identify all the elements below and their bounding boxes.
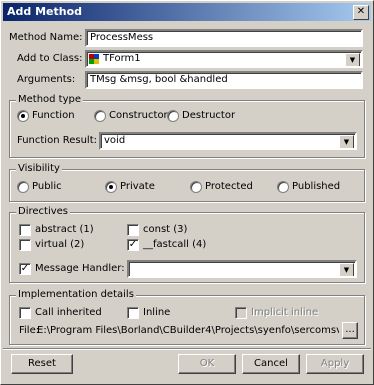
virtual-checkbox[interactable]: [19, 239, 31, 251]
function-result-value: void: [104, 135, 126, 146]
check-mark-icon: ✓: [128, 239, 138, 250]
close-button[interactable]: ✕: [353, 5, 369, 20]
chevron-down-icon: ▼: [349, 56, 356, 64]
const-checkbox[interactable]: [127, 224, 139, 236]
implicit-inline-label: Implicit inline: [251, 307, 319, 318]
reset-button[interactable]: Reset: [11, 354, 73, 374]
radio-destructor-label: Destructor: [182, 110, 236, 121]
inline-checkbox[interactable]: [127, 307, 139, 319]
const-label: const (3): [143, 224, 188, 235]
message-handler-label: Message Handler:: [35, 263, 125, 274]
class-icon: [89, 54, 99, 64]
ok-button[interactable]: OK: [178, 354, 236, 374]
function-result-dropdown-button[interactable]: ▼: [339, 135, 354, 148]
function-result-combo[interactable]: void ▼: [99, 132, 357, 150]
check-mark-icon: ✓: [20, 263, 30, 274]
title-bar: Add Method ✕: [3, 3, 371, 21]
radio-published[interactable]: [277, 181, 289, 193]
arguments-input[interactable]: TMsg &msg, bool &handled: [85, 71, 363, 89]
radio-function[interactable]: [17, 110, 29, 122]
radio-constructor-label: Constructor: [109, 110, 168, 121]
arguments-label: Arguments:: [17, 74, 76, 85]
fastcall-label: __fastcall (4): [143, 239, 207, 250]
radio-private-label: Private: [120, 181, 155, 192]
implicit-inline-checkbox: [235, 307, 247, 319]
cancel-button[interactable]: Cancel: [242, 354, 300, 374]
radio-destructor[interactable]: [167, 110, 179, 122]
add-to-class-dropdown-button[interactable]: ▼: [345, 53, 360, 66]
add-to-class-label: Add to Class:: [17, 53, 83, 64]
abstract-label: abstract (1): [35, 224, 94, 235]
call-inherited-checkbox[interactable]: [19, 307, 31, 319]
add-method-dialog: Add Method ✕ Method Name: ProcessMess Ad…: [0, 0, 374, 385]
radio-protected-label: Protected: [205, 181, 253, 192]
message-handler-combo[interactable]: ▼: [127, 260, 357, 278]
message-handler-dropdown-button[interactable]: ▼: [339, 263, 354, 276]
function-result-label: Function Result:: [17, 135, 97, 146]
radio-private[interactable]: [105, 181, 117, 193]
divider: [3, 348, 371, 350]
chevron-down-icon: ▼: [343, 266, 350, 274]
browse-button[interactable]: ...: [342, 322, 358, 339]
add-to-class-value: TForm1: [103, 53, 141, 64]
chevron-down-icon: ▼: [343, 138, 350, 146]
virtual-label: virtual (2): [35, 239, 85, 250]
radio-function-label: Function: [32, 110, 75, 121]
radio-protected[interactable]: [190, 181, 202, 193]
call-inherited-label: Call inherited: [35, 307, 102, 318]
radio-public-label: Public: [32, 181, 62, 192]
close-icon: ✕: [356, 6, 366, 17]
visibility-title: Visibility: [16, 163, 62, 175]
method-name-input[interactable]: ProcessMess: [85, 29, 363, 47]
inline-label: Inline: [143, 307, 171, 318]
directives-title: Directives: [16, 206, 70, 218]
implementation-title: Implementation details: [16, 289, 136, 301]
message-handler-checkbox[interactable]: ✓: [19, 263, 31, 275]
abstract-checkbox[interactable]: [19, 224, 31, 236]
method-name-label: Method Name:: [9, 32, 83, 43]
window-title: Add Method: [7, 5, 83, 18]
file-path: E:\Program Files\Borland\CBuilder4\Proje…: [37, 325, 339, 336]
fastcall-checkbox[interactable]: ✓: [127, 239, 139, 251]
radio-public[interactable]: [17, 181, 29, 193]
apply-button[interactable]: Apply: [306, 354, 364, 374]
radio-published-label: Published: [292, 181, 341, 192]
add-to-class-combo[interactable]: TForm1 ▼: [85, 50, 363, 68]
method-type-title: Method type: [16, 94, 84, 106]
radio-constructor[interactable]: [94, 110, 106, 122]
